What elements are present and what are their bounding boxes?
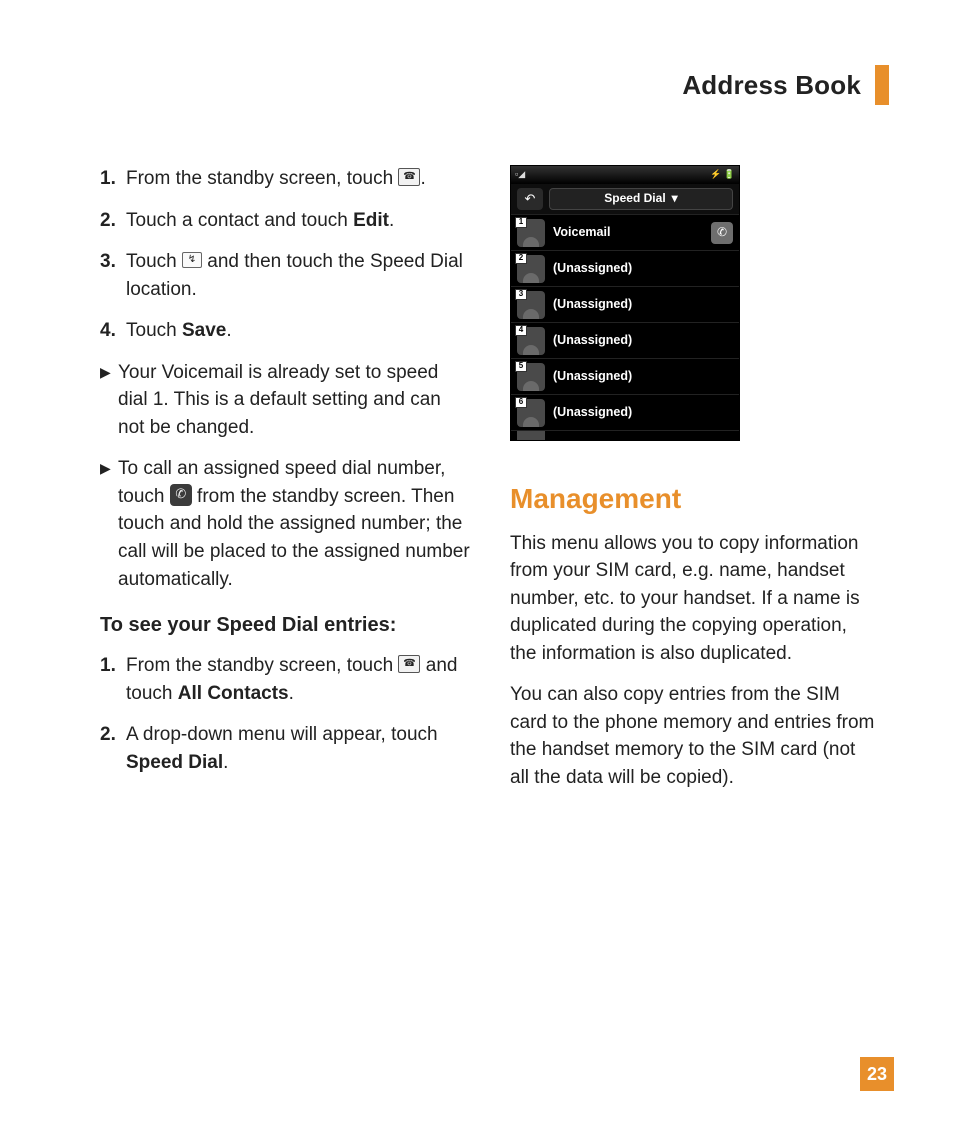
step-text: Touch ↯ and then touch the Speed Dial lo… (126, 248, 470, 303)
row-label: (Unassigned) (553, 331, 733, 349)
subheading: To see your Speed Dial entries: (100, 611, 470, 640)
header-accent-bar (875, 65, 889, 105)
arrow-icon: ↯ (182, 252, 202, 268)
row-label: (Unassigned) (553, 367, 733, 385)
speed-dial-row[interactable]: 6 (Unassigned) (511, 394, 739, 430)
row-label: Voicemail (553, 223, 703, 241)
speed-dial-row[interactable]: 7 (511, 430, 739, 440)
phone-dial-icon: ✆ (170, 484, 192, 506)
paragraph: You can also copy entries from the SIM c… (510, 681, 878, 791)
contacts-icon: ☎ (398, 168, 420, 186)
avatar-icon: 4 (517, 327, 545, 355)
speed-dial-row[interactable]: 2 (Unassigned) (511, 250, 739, 286)
avatar-icon: 2 (517, 255, 545, 283)
note-bullet: ▶ Your Voicemail is already set to speed… (100, 359, 470, 442)
step-number: 3. (100, 248, 126, 303)
step-number: 4. (100, 317, 126, 345)
back-button[interactable]: ↶ (517, 188, 543, 210)
row-label: (Unassigned) (553, 403, 733, 421)
avatar-icon: 1 (517, 219, 545, 247)
step-number: 2. (100, 207, 126, 235)
speed-dial-row[interactable]: 1 Voicemail ✆ (511, 214, 739, 250)
title-text: Speed Dial (604, 190, 665, 207)
paragraph: This menu allows you to copy information… (510, 530, 878, 668)
row-label: (Unassigned) (553, 259, 733, 277)
section-heading: Management (510, 479, 878, 520)
step-number: 1. (100, 165, 126, 193)
left-column: 1. From the standby screen, touch ☎. 2. … (100, 165, 470, 806)
step-item: 2. A drop-down menu will appear, touch S… (100, 721, 470, 776)
avatar-icon: 6 (517, 399, 545, 427)
avatar-icon: 5 (517, 363, 545, 391)
avatar-icon: 7 (517, 430, 545, 440)
section-chapter-title: Address Book (682, 70, 861, 101)
step-item: 4. Touch Save. (100, 317, 470, 345)
step-number: 2. (100, 721, 126, 776)
step-text: A drop-down menu will appear, touch Spee… (126, 721, 470, 776)
step-item: 2. Touch a contact and touch Edit. (100, 207, 470, 235)
phone-screenshot: ▫◢ ⚡ 🔋 ↶ Speed Dial ▾ 1 Voicemail ✆ 2 (U (510, 165, 740, 441)
triangle-bullet-icon: ▶ (100, 359, 118, 442)
step-item: 1. From the standby screen, touch ☎. (100, 165, 470, 193)
contacts-icon: ☎ (398, 655, 420, 673)
note-text: To call an assigned speed dial number, t… (118, 455, 470, 593)
row-label: (Unassigned) (553, 295, 733, 313)
signal-icon: ▫◢ (515, 168, 525, 181)
step-text: Touch a contact and touch Edit. (126, 207, 394, 235)
phone-title-bar: ↶ Speed Dial ▾ (511, 184, 739, 214)
speed-dial-list: 1 Voicemail ✆ 2 (Unassigned) 3 (Unassign… (511, 214, 739, 440)
call-button[interactable]: ✆ (711, 222, 733, 244)
step-item: 1. From the standby screen, touch ☎ and … (100, 652, 470, 707)
page-number: 23 (860, 1057, 894, 1091)
speed-dial-row[interactable]: 4 (Unassigned) (511, 322, 739, 358)
title-dropdown[interactable]: Speed Dial ▾ (549, 188, 733, 210)
page-header: Address Book (100, 65, 889, 105)
note-bullet: ▶ To call an assigned speed dial number,… (100, 455, 470, 593)
right-column: ▫◢ ⚡ 🔋 ↶ Speed Dial ▾ 1 Voicemail ✆ 2 (U (510, 165, 878, 806)
content-columns: 1. From the standby screen, touch ☎. 2. … (100, 165, 889, 806)
speed-dial-row[interactable]: 3 (Unassigned) (511, 286, 739, 322)
note-text: Your Voicemail is already set to speed d… (118, 359, 470, 442)
phone-status-bar: ▫◢ ⚡ 🔋 (511, 166, 739, 184)
speed-dial-row[interactable]: 5 (Unassigned) (511, 358, 739, 394)
avatar-icon: 3 (517, 291, 545, 319)
triangle-bullet-icon: ▶ (100, 455, 118, 593)
step-text: From the standby screen, touch ☎. (126, 165, 426, 193)
step-number: 1. (100, 652, 126, 707)
step-text: From the standby screen, touch ☎ and tou… (126, 652, 470, 707)
battery-icon: ⚡ 🔋 (710, 168, 735, 181)
step-text: Touch Save. (126, 317, 232, 345)
step-item: 3. Touch ↯ and then touch the Speed Dial… (100, 248, 470, 303)
chevron-down-icon: ▾ (672, 190, 678, 207)
